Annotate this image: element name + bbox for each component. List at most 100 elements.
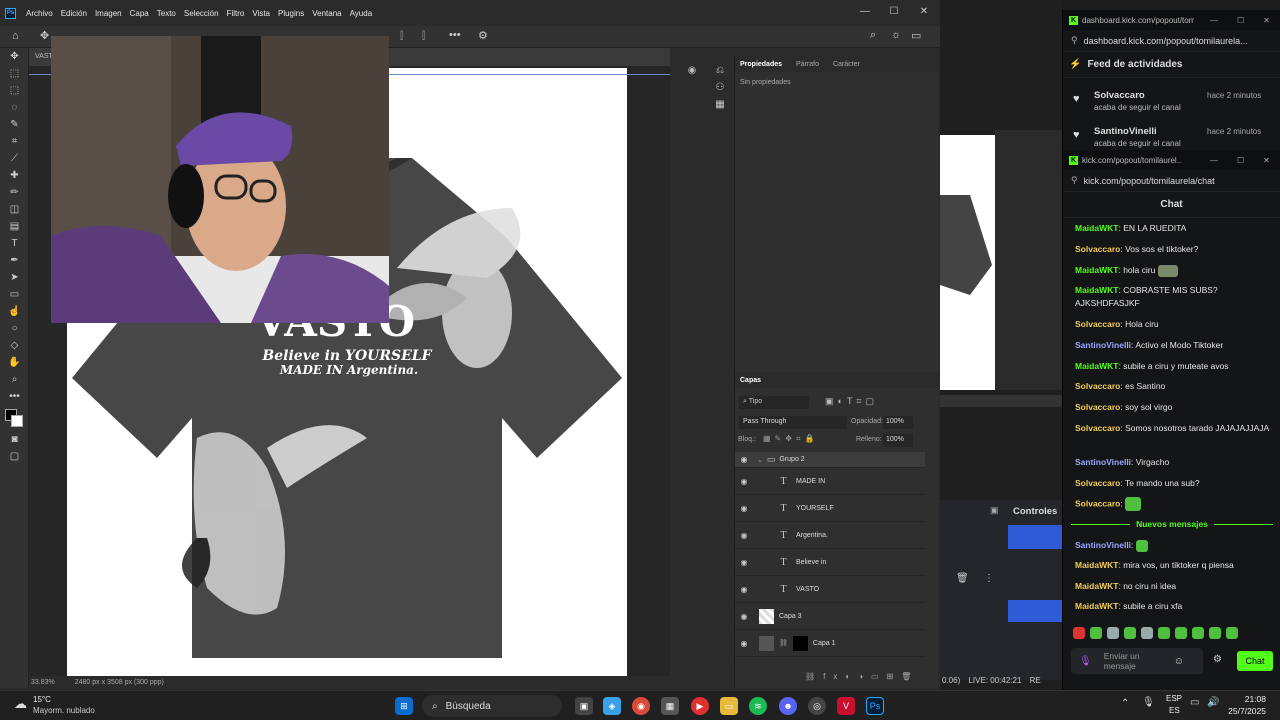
emote-icon[interactable] xyxy=(1209,627,1221,639)
maximize-icon[interactable]: ☐ xyxy=(879,0,909,22)
eye-icon[interactable]: ◉ xyxy=(735,477,753,486)
eyedropper-tool-icon[interactable]: ⟋ xyxy=(0,150,29,167)
chrome-icon[interactable]: ◉ xyxy=(632,697,650,715)
menu-vista[interactable]: Vista xyxy=(252,9,270,18)
emote-icon[interactable] xyxy=(1175,627,1187,639)
photoshop-taskbar-icon[interactable]: Ps xyxy=(866,697,884,715)
layers-footer-icons[interactable]: ⛓fx◐◑▭⊞🗑 xyxy=(805,672,919,681)
tab-caracter[interactable]: Carácter xyxy=(833,61,860,68)
eye-icon[interactable]: ◉ xyxy=(735,585,753,594)
spotify-icon[interactable]: ≋ xyxy=(749,697,767,715)
chat-input[interactable]: 🎙 Enviar un mensaje ☺ xyxy=(1071,648,1203,674)
fill-field[interactable]: 100% xyxy=(883,434,913,447)
menu-ventana[interactable]: Ventana xyxy=(312,9,341,18)
close-icon[interactable]: ✕ xyxy=(909,0,939,22)
maximize-icon[interactable]: ☐ xyxy=(1237,156,1244,165)
emote-icon[interactable] xyxy=(1107,627,1119,639)
quick-mask-icon[interactable]: ◙ xyxy=(0,431,29,448)
layer-row-argentina[interactable]: ◉ T Argentina. xyxy=(735,522,925,549)
capcut-icon[interactable]: V xyxy=(837,697,855,715)
hand-tool-icon[interactable]: ✋ xyxy=(0,354,29,371)
minimize-icon[interactable]: — xyxy=(1210,156,1218,165)
brush-tool-icon[interactable]: ✏ xyxy=(0,184,29,201)
layer-row-capa-1[interactable]: ◉ ⛓ Capa 1 xyxy=(735,630,925,657)
document-info[interactable]: 2480 px x 3508 px (300 ppp) xyxy=(75,679,164,686)
chain-link-icon[interactable]: ⛓ xyxy=(779,639,788,647)
chevron-up-icon[interactable]: ⌃ xyxy=(1121,698,1129,709)
pen-tool-icon[interactable]: ✒ xyxy=(0,252,29,269)
layer-row-yourself[interactable]: ◉ T YOURSELF xyxy=(735,495,925,522)
zoom-tool-icon[interactable]: ⌕ xyxy=(0,371,29,388)
chat-user[interactable]: MaidaWKT xyxy=(1075,361,1118,371)
layer-filter-icons[interactable]: ▣◐T⌗▢ xyxy=(825,396,878,407)
emote-icon[interactable] xyxy=(1158,627,1170,639)
chat-user[interactable]: MaidaWKT xyxy=(1075,581,1118,591)
screen-mode-icon[interactable]: ▢ xyxy=(0,448,29,465)
artboard-tool-icon[interactable]: ⬚ xyxy=(0,65,29,82)
chat-send-button[interactable]: Chat xyxy=(1237,651,1273,671)
opacity-field[interactable]: 100% xyxy=(883,416,913,429)
brush-settings-icon[interactable]: ⚇ xyxy=(707,79,733,96)
network-icon[interactable]: ▭ xyxy=(1190,697,1199,708)
menu-ayuda[interactable]: Ayuda xyxy=(350,9,373,18)
eye-icon[interactable]: ◉ xyxy=(735,455,753,464)
chevron-down-icon[interactable]: ⌄ xyxy=(757,456,763,464)
type-tool-icon[interactable]: T xyxy=(0,235,29,252)
tab-capas[interactable]: Capas xyxy=(740,377,761,384)
chat-user[interactable]: MaidaWKT xyxy=(1075,285,1118,295)
layer-row-vasto[interactable]: ◉ T VASTO xyxy=(735,576,925,603)
more-vertical-icon[interactable]: ⋮ xyxy=(984,573,994,584)
move-tool-icon[interactable]: ✥ xyxy=(0,48,29,65)
chat-user[interactable]: Solvaccaro xyxy=(1075,244,1120,254)
tab-propiedades[interactable]: Propiedades xyxy=(740,61,782,68)
chat-user[interactable]: MaidaWKT xyxy=(1075,265,1118,275)
blur-tool-icon[interactable]: ◇ xyxy=(0,337,29,354)
home-icon[interactable]: ⌂ xyxy=(12,30,19,42)
volume-icon[interactable]: 🔊 xyxy=(1207,697,1219,708)
emote-icon[interactable] xyxy=(1226,627,1238,639)
obs-stream-button[interactable] xyxy=(1008,600,1062,622)
layer-row-believe-in[interactable]: ◉ T Believe in xyxy=(735,549,925,576)
menu-filtro[interactable]: Filtro xyxy=(227,9,245,18)
rectangle-tool-icon[interactable]: ▭ xyxy=(0,286,29,303)
chat-url[interactable]: kick.com/popout/tomilaurela/chat xyxy=(1084,176,1215,186)
microphone-icon[interactable]: 🎙 xyxy=(1079,656,1092,667)
eraser-tool-icon[interactable]: ◫ xyxy=(0,201,29,218)
weather-temp[interactable]: 15°C xyxy=(33,695,51,704)
site-info-icon[interactable]: ⚲ xyxy=(1071,35,1078,46)
search-icon[interactable]: ⌕ xyxy=(870,29,876,42)
smudge-tool-icon[interactable]: ☝ xyxy=(0,303,29,320)
distribute-icon[interactable]: ⫿ xyxy=(422,31,425,42)
task-view-icon[interactable]: ▣ xyxy=(575,697,593,715)
menu-archivo[interactable]: Archivo xyxy=(26,9,53,18)
obs-start-button[interactable] xyxy=(1008,525,1062,549)
minimize-icon[interactable]: — xyxy=(1210,16,1218,25)
history-panel-icon[interactable]: ⎌ xyxy=(707,62,733,79)
app-icon[interactable]: ▦ xyxy=(661,697,679,715)
emoji-icon[interactable]: ☺ xyxy=(1174,656,1184,667)
weather-desc[interactable]: Mayorm. nublado xyxy=(33,706,95,715)
maximize-icon[interactable]: ☐ xyxy=(1237,16,1244,25)
eye-icon[interactable]: ◉ xyxy=(735,558,753,567)
chat-user[interactable]: MaidaWKT xyxy=(1075,560,1118,570)
feed-user[interactable]: Solvaccaro xyxy=(1094,90,1145,101)
menu-texto[interactable]: Texto xyxy=(157,9,176,18)
menu-plugins[interactable]: Plugins xyxy=(278,9,304,18)
path-select-tool-icon[interactable]: ➤ xyxy=(0,269,29,286)
language-bottom[interactable]: ES xyxy=(1169,706,1180,715)
color-swatches[interactable] xyxy=(0,405,28,431)
discord-icon[interactable]: ☻ xyxy=(779,697,797,715)
blend-mode-select[interactable]: Pass Through xyxy=(739,416,847,429)
menu-seleccion[interactable]: Selección xyxy=(184,9,219,18)
more-options-icon[interactable]: ••• xyxy=(449,29,461,41)
menu-edicion[interactable]: Edición xyxy=(61,9,87,18)
color-panel-icon[interactable]: ◉ xyxy=(681,62,703,78)
weather-icon[interactable]: ☁ xyxy=(14,696,27,712)
trash-icon[interactable]: 🗑 xyxy=(956,573,969,584)
chat-user[interactable]: Solvaccaro xyxy=(1075,498,1120,508)
windows-start-icon[interactable]: ⊞ xyxy=(395,697,413,715)
eye-icon[interactable]: ◉ xyxy=(735,639,753,648)
feed-url[interactable]: dashboard.kick.com/popout/tomilaurela... xyxy=(1084,36,1264,46)
emote-icon[interactable] xyxy=(1141,627,1153,639)
chat-user[interactable]: Solvaccaro xyxy=(1075,381,1120,391)
